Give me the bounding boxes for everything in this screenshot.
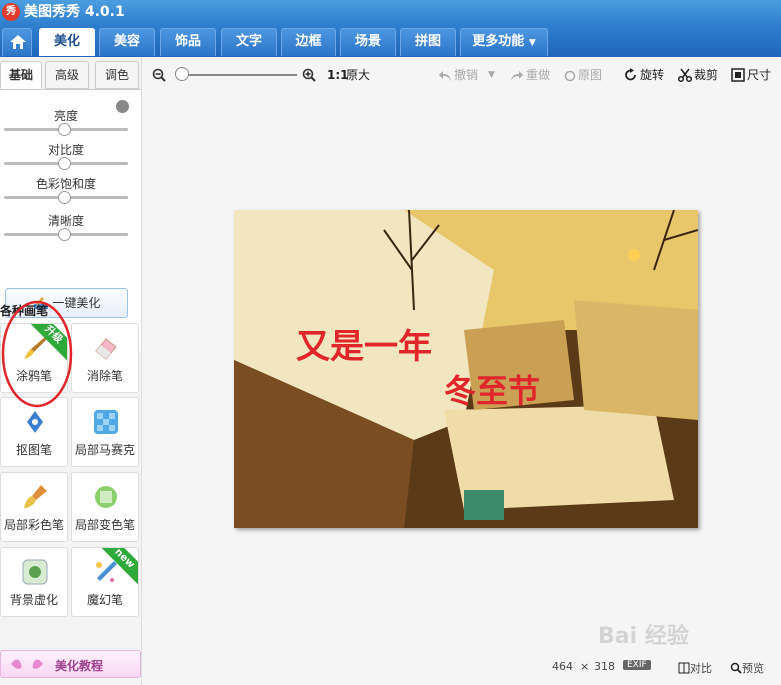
preview-button[interactable]: 预览: [730, 660, 764, 676]
tab-text[interactable]: 文字: [221, 28, 277, 56]
rotate-label: 旋转: [640, 68, 665, 82]
watermark: Bai 经验: [598, 624, 689, 649]
photo-caption-line1: 又是一年: [296, 327, 432, 367]
magnifier-icon: [730, 662, 742, 674]
resize-button[interactable]: 尺寸: [731, 66, 771, 84]
compare-label: 对比: [690, 662, 712, 675]
local-recolor-pen-label: 局部变色笔: [74, 518, 135, 532]
sharpness-slider-handle[interactable]: [58, 228, 71, 241]
tab-more[interactable]: 更多功能 ▼: [460, 28, 548, 56]
paint-bucket-icon: [95, 486, 117, 508]
app-title: 美图秀秀 4.0.1: [24, 4, 125, 20]
local-mosaic-label: 局部马赛克: [74, 443, 135, 457]
tab-beautify[interactable]: 美化: [39, 28, 95, 56]
main-nav: 美化 美容 饰品 文字 边框 场景 拼图 更多功能 ▼: [0, 25, 781, 57]
preview-label: 预览: [742, 662, 764, 675]
redo-label: 重做: [526, 68, 551, 82]
paint-brush-icon: [24, 485, 47, 508]
undo-history-dropdown[interactable]: ▼: [488, 66, 495, 84]
app-logo-icon: 秀: [2, 3, 20, 21]
pen-nib-icon: [27, 411, 43, 433]
brightness-slider-handle[interactable]: [58, 123, 71, 136]
photo-canvas: 又是一年 冬至节: [142, 90, 781, 650]
background-blur-label: 背景虚化: [9, 593, 58, 607]
eraser-pen-tool[interactable]: 消除笔: [71, 323, 139, 393]
saturation-label: 色彩饱和度: [35, 177, 96, 191]
edit-toolbar: 1:1 原大 撤销 ▼ 重做 原图 旋转 裁剪 尺寸: [142, 60, 781, 90]
contrast-label: 对比度: [47, 143, 84, 157]
beautify-tutorial-button[interactable]: 美化教程: [0, 650, 141, 678]
tab-border[interactable]: 边框: [281, 28, 336, 56]
home-icon: [10, 35, 26, 49]
zoom-slider[interactable]: [177, 74, 297, 76]
local-color-pen-label: 局部彩色笔: [3, 518, 64, 532]
tab-scene[interactable]: 场景: [340, 28, 396, 56]
tab-beauty[interactable]: 美容: [99, 28, 155, 56]
undo-button[interactable]: 撤销: [438, 66, 478, 84]
contrast-slider-handle[interactable]: [58, 157, 71, 170]
subtab-color[interactable]: 调色: [95, 61, 139, 89]
dimension-separator: ×: [580, 660, 590, 673]
photo-image: 又是一年 冬至节: [234, 210, 698, 528]
rotate-button[interactable]: 旋转: [624, 66, 664, 84]
undo-label: 撤销: [454, 68, 479, 82]
rotate-icon: [625, 68, 636, 81]
saturation-slider-handle[interactable]: [58, 191, 71, 204]
photo-caption-line2: 冬至节: [444, 372, 540, 410]
local-recolor-pen-tool[interactable]: 局部变色笔: [71, 472, 139, 542]
app-window: 秀 美图秀秀 4.0.1 美化 美容 饰品 文字 边框 场景 拼图 更多功能 ▼…: [0, 0, 781, 685]
exif-button[interactable]: EXIF: [623, 660, 651, 670]
eraser-pen-label: 消除笔: [86, 369, 123, 383]
original-label: 原图: [578, 68, 603, 82]
local-color-pen-tool[interactable]: 局部彩色笔: [0, 472, 68, 542]
chevron-down-icon: ▼: [488, 70, 495, 80]
magic-pen-tool[interactable]: new 魔幻笔: [71, 547, 139, 617]
original-icon: [564, 70, 576, 82]
scissors-icon: [677, 68, 693, 83]
original-size-button[interactable]: 原大: [346, 66, 370, 84]
hands-icon: [11, 659, 43, 669]
subtab-basic[interactable]: 基础: [0, 61, 42, 89]
crop-label: 裁剪: [694, 68, 719, 82]
status-bar: 464 × 318 EXIF 对比 预览: [142, 652, 781, 682]
tab-more-label: 更多功能: [472, 34, 525, 49]
original-image-button[interactable]: 原图: [564, 66, 602, 84]
annotation-circle: [1, 300, 73, 408]
magic-pen-label: 魔幻笔: [86, 593, 123, 607]
background-blur-tool[interactable]: 背景虚化: [0, 547, 68, 617]
edited-photo[interactable]: 又是一年 冬至节: [234, 210, 698, 528]
eraser-icon: [95, 338, 117, 360]
sharpness-label: 清晰度: [47, 214, 84, 228]
crop-button[interactable]: 裁剪: [677, 66, 719, 84]
subtab-advanced[interactable]: 高级: [45, 61, 89, 89]
beautify-tutorial-label: 美化教程: [55, 659, 104, 673]
resize-icon: [731, 68, 745, 82]
compare-button[interactable]: 对比: [678, 660, 712, 676]
title-bar: 秀 美图秀秀 4.0.1: [0, 0, 781, 25]
mosaic-icon: [94, 410, 118, 434]
tab-collage[interactable]: 拼图: [400, 28, 456, 56]
image-width: 464: [552, 660, 573, 673]
undo-icon: [439, 71, 451, 81]
tab-accessories[interactable]: 饰品: [160, 28, 216, 56]
redo-icon: [511, 71, 523, 81]
tab-home[interactable]: [2, 28, 32, 56]
image-height: 318: [594, 660, 615, 673]
zoom-in-icon[interactable]: [302, 68, 316, 82]
chevron-down-icon: ▼: [528, 38, 536, 48]
resize-label: 尺寸: [747, 68, 772, 82]
brightness-label: 亮度: [53, 109, 78, 123]
zoom-slider-handle[interactable]: [175, 67, 189, 81]
redo-button[interactable]: 重做: [510, 66, 550, 84]
cutout-pen-label: 抠图笔: [15, 443, 52, 457]
compare-icon: [678, 662, 690, 674]
blur-icon: [22, 559, 48, 585]
local-mosaic-tool[interactable]: 局部马赛克: [71, 397, 139, 467]
zoom-out-icon[interactable]: [152, 68, 166, 82]
